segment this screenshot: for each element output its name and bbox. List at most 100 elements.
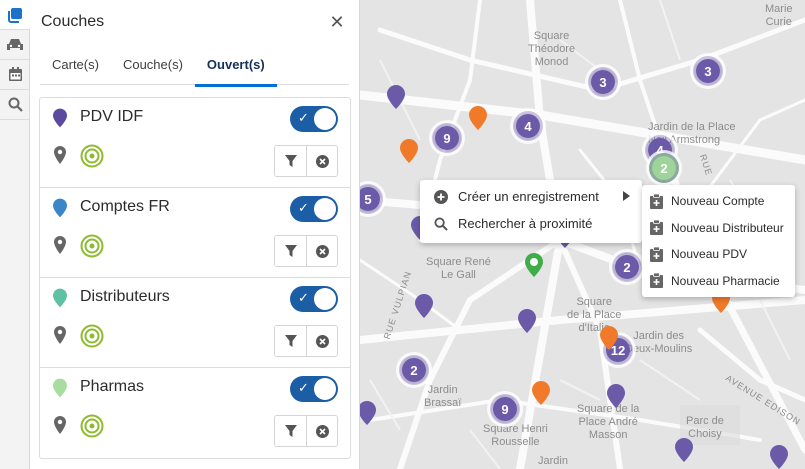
layers-tab-button[interactable] — [0, 0, 30, 30]
create-record-submenu: Nouveau Compte Nouveau Distributeur Nouv… — [642, 185, 795, 297]
layer-item: Comptes FR ✓ — [40, 188, 350, 278]
map-marker-selected[interactable] — [525, 253, 543, 277]
layer-name: PDV IDF — [80, 108, 144, 125]
layer-actions — [274, 145, 338, 177]
remove-layer-button[interactable] — [306, 326, 337, 356]
filter-button[interactable] — [275, 326, 306, 356]
map-marker-pin[interactable] — [600, 326, 618, 350]
panel-title: Couches — [41, 13, 105, 30]
search-icon — [434, 216, 448, 231]
clipboard-add-icon — [649, 193, 663, 209]
new-compte-menu-item[interactable]: Nouveau Compte — [642, 188, 795, 215]
filter-button[interactable] — [275, 416, 306, 446]
car-icon — [7, 38, 23, 50]
layer-name: Distributeurs — [80, 288, 170, 305]
target-icon[interactable] — [80, 414, 104, 438]
layer-toggle[interactable]: ✓ — [290, 106, 338, 132]
map-marker-pin[interactable] — [675, 438, 693, 462]
location-icon[interactable] — [54, 236, 66, 254]
new-pharmacie-menu-item[interactable]: Nouveau Pharmacie — [642, 268, 795, 295]
map-cluster[interactable]: 2 — [612, 252, 642, 282]
check-icon: ✓ — [298, 290, 309, 305]
check-icon: ✓ — [298, 110, 309, 125]
close-circle-icon — [315, 334, 329, 348]
layer-pin-icon — [53, 378, 67, 398]
submenu-item-label: Nouveau PDV — [671, 247, 748, 262]
menu-item-label: Créer un enregistrement — [458, 189, 599, 204]
map-cluster[interactable]: 2 — [399, 355, 429, 385]
location-icon[interactable] — [54, 326, 66, 344]
submenu-arrow-icon — [623, 191, 630, 201]
layer-item: Distributeurs ✓ — [40, 278, 350, 368]
map-cluster[interactable]: 9 — [432, 123, 462, 153]
layers-icon — [8, 7, 22, 23]
layer-toggle[interactable]: ✓ — [290, 196, 338, 222]
panel-header: Couches ✕ — [30, 0, 359, 44]
submenu-item-label: Nouveau Distributeur — [671, 220, 784, 235]
filter-icon — [284, 425, 297, 437]
remove-layer-button[interactable] — [306, 236, 337, 266]
tab-couches[interactable]: Couche(s) — [111, 44, 195, 85]
new-distributeur-menu-item[interactable]: Nouveau Distributeur — [642, 215, 795, 242]
search-icon — [8, 97, 23, 112]
map-cluster[interactable]: 9 — [490, 394, 520, 424]
location-icon[interactable] — [54, 146, 66, 164]
layer-item: PDV IDF ✓ — [40, 98, 350, 188]
target-icon[interactable] — [80, 144, 104, 168]
map-marker-pin[interactable] — [469, 106, 487, 130]
layer-actions — [274, 325, 338, 357]
map-label: Square de la Place André Masson — [577, 403, 640, 441]
layer-pin-icon — [53, 108, 67, 128]
map-label: Jardin Brassaï — [424, 384, 462, 409]
schedule-tab-button[interactable] — [0, 60, 30, 90]
search-tab-button[interactable] — [0, 90, 30, 120]
map-label: Jardin — [538, 455, 568, 467]
layer-name: Pharmas — [80, 378, 145, 395]
tab-ouverts[interactable]: Ouvert(s) — [194, 44, 277, 87]
map-marker-pin[interactable] — [358, 401, 376, 425]
map-marker-pin[interactable] — [518, 309, 536, 333]
filter-button[interactable] — [275, 146, 306, 176]
layer-toggle[interactable]: ✓ — [290, 286, 338, 312]
filter-icon — [284, 245, 297, 257]
map-cluster[interactable]: 2 — [649, 153, 679, 183]
search-nearby-menu-item[interactable]: Rechercher à proximité — [420, 210, 642, 237]
tab-cartes[interactable]: Carte(s) — [40, 44, 111, 85]
clipboard-add-icon — [649, 246, 663, 262]
map-cluster[interactable]: 3 — [588, 67, 618, 97]
calendar-icon — [8, 67, 22, 81]
close-circle-icon — [315, 244, 329, 258]
map-cluster[interactable]: 4 — [513, 111, 543, 141]
close-icon[interactable]: ✕ — [327, 12, 347, 33]
routes-tab-button[interactable] — [0, 30, 30, 60]
location-icon[interactable] — [54, 416, 66, 434]
map-marker-pin[interactable] — [607, 384, 625, 408]
layers-panel: Couches ✕ Carte(s) Couche(s) Ouvert(s) P… — [30, 0, 360, 469]
target-icon[interactable] — [80, 324, 104, 348]
filter-button[interactable] — [275, 236, 306, 266]
create-record-menu-item[interactable]: Créer un enregistrement — [420, 183, 642, 210]
map-cluster[interactable]: 3 — [693, 56, 723, 86]
layer-toggle[interactable]: ✓ — [290, 376, 338, 402]
layer-name: Comptes FR — [80, 198, 170, 215]
map-marker-pin[interactable] — [532, 381, 550, 405]
map-marker-pin[interactable] — [387, 85, 405, 109]
map-label: Jardin des Deux-Moulins — [625, 330, 693, 355]
submenu-item-label: Nouveau Compte — [671, 194, 765, 209]
check-icon: ✓ — [298, 380, 309, 395]
layer-actions — [274, 415, 338, 447]
map-marker-pin[interactable] — [400, 139, 418, 163]
plus-circle-icon — [434, 189, 448, 204]
remove-layer-button[interactable] — [306, 146, 337, 176]
map-label: Square René Le Gall — [426, 256, 491, 281]
remove-layer-button[interactable] — [306, 416, 337, 446]
filter-icon — [284, 155, 297, 167]
clipboard-add-icon — [649, 220, 663, 236]
new-pdv-menu-item[interactable]: Nouveau PDV — [642, 241, 795, 268]
layer-actions — [274, 235, 338, 267]
map-marker-pin[interactable] — [415, 294, 433, 318]
target-icon[interactable] — [80, 234, 104, 258]
map-marker-pin[interactable] — [770, 445, 788, 469]
menu-item-label: Rechercher à proximité — [458, 216, 593, 231]
map-context-menu: Créer un enregistrement Rechercher à pro… — [420, 180, 642, 243]
